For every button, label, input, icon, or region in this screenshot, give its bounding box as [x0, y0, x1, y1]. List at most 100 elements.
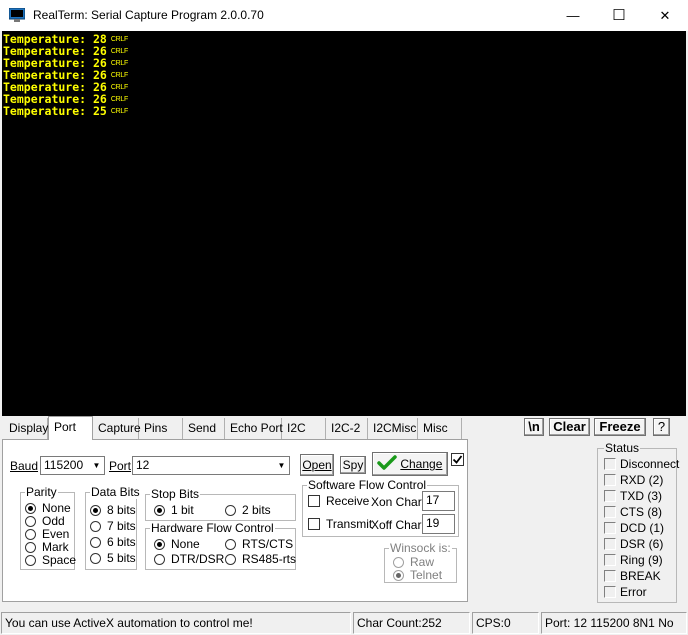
chevron-down-icon: ▼	[89, 457, 104, 474]
help-button[interactable]: ?	[653, 418, 670, 436]
radio-indicator	[225, 505, 236, 516]
radio-indicator	[25, 542, 36, 553]
radio-indicator	[25, 516, 36, 527]
sw-flow-title: Software Flow Control	[307, 478, 428, 492]
chevron-down-icon: ▼	[274, 457, 289, 474]
open-button[interactable]: Open	[300, 454, 334, 476]
status-led	[604, 538, 616, 550]
crlf-marker: CRLF	[110, 72, 128, 79]
parity-group: Parity None Odd Even Mark Space	[20, 485, 76, 570]
crlf-marker: CRLF	[110, 108, 128, 115]
radio-indicator	[393, 570, 404, 581]
parity-even-radio[interactable]: Even	[25, 527, 69, 541]
data-bits-5-radio[interactable]: 5 bits	[90, 551, 136, 565]
xoff-input[interactable]: 19	[422, 514, 455, 534]
radio-indicator	[25, 503, 36, 514]
sw-flow-transmit-checkbox[interactable]: Transmit	[308, 517, 372, 531]
radio-indicator	[90, 505, 101, 516]
maximize-button[interactable]: ☐	[596, 0, 642, 31]
hw-flow-title: Hardware Flow Control	[150, 521, 275, 535]
hw-flow-rtscts-radio[interactable]: RTS/CTS	[225, 537, 293, 551]
parity-mark-radio[interactable]: Mark	[25, 540, 69, 554]
status-error: Error	[604, 585, 647, 599]
radio-indicator	[90, 553, 101, 564]
status-disconnect: Disconnect	[604, 457, 679, 471]
port-select[interactable]: 12 ▼	[132, 456, 290, 475]
tab-pins[interactable]: Pins	[139, 418, 183, 439]
crlf-marker: CRLF	[110, 60, 128, 67]
stop-bits-group: Stop Bits 1 bit 2 bits	[145, 487, 296, 521]
tab-i2c[interactable]: I2C	[282, 418, 326, 439]
window-title: RealTerm: Serial Capture Program 2.0.0.7…	[33, 8, 264, 22]
status-group: Status Disconnect RXD (2) TXD (3) CTS (8…	[597, 441, 679, 603]
xon-label: Xon Char:	[371, 495, 426, 509]
stop-bits-title: Stop Bits	[150, 487, 201, 501]
radio-indicator	[225, 539, 236, 550]
status-led	[604, 570, 616, 582]
parity-space-radio[interactable]: Space	[25, 553, 76, 567]
radio-indicator	[154, 554, 165, 565]
parity-title: Parity	[25, 485, 58, 499]
parity-none-radio[interactable]: None	[25, 501, 71, 515]
tab-display[interactable]: Display	[4, 418, 48, 439]
tab-capture[interactable]: Capture	[93, 418, 141, 439]
spy-button[interactable]: Spy	[340, 456, 366, 474]
sw-flow-receive-checkbox[interactable]: Receive	[308, 494, 369, 508]
status-rxd: RXD (2)	[604, 473, 663, 487]
parity-odd-radio[interactable]: Odd	[25, 514, 65, 528]
status-dsr: DSR (6)	[604, 537, 663, 551]
data-bits-7-radio[interactable]: 7 bits	[90, 519, 136, 533]
check-icon	[452, 455, 463, 464]
char-count: Char Count:252	[353, 612, 470, 634]
app-icon	[9, 8, 25, 22]
crlf-marker: CRLF	[110, 84, 128, 91]
crlf-marker: CRLF	[110, 96, 128, 103]
clear-button[interactable]: Clear	[549, 418, 590, 436]
freeze-button[interactable]: Freeze	[594, 418, 646, 436]
data-bits-6-radio[interactable]: 6 bits	[90, 535, 136, 549]
radio-indicator	[225, 554, 236, 565]
checkmark-icon	[377, 455, 397, 470]
minimize-button[interactable]: —	[550, 0, 596, 31]
winsock-telnet-radio[interactable]: Telnet	[393, 568, 442, 582]
change-button[interactable]: Change	[372, 452, 448, 476]
terminal-display[interactable]: Temperature: 28 CRLF Temperature: 26 CRLF …	[2, 31, 686, 416]
status-led	[604, 506, 616, 518]
close-button[interactable]: ✕	[642, 0, 688, 31]
hw-flow-none-radio[interactable]: None	[154, 537, 200, 551]
data-bits-title: Data Bits	[90, 485, 141, 499]
radio-indicator	[154, 539, 165, 550]
tab-send[interactable]: Send	[183, 418, 225, 439]
xoff-label: Xoff Char:	[371, 518, 425, 532]
tab-i2c-2[interactable]: I2C-2	[326, 418, 368, 439]
xon-input[interactable]: 17	[422, 491, 455, 511]
data-bits-8-radio[interactable]: 8 bits	[90, 503, 136, 517]
newline-button[interactable]: \n	[524, 418, 544, 436]
status-led	[604, 474, 616, 486]
status-cts: CTS (8)	[604, 505, 662, 519]
stop-bits-1-radio[interactable]: 1 bit	[154, 503, 194, 517]
winsock-raw-radio[interactable]: Raw	[393, 555, 434, 569]
checkbox-indicator	[308, 518, 320, 530]
tab-misc[interactable]: Misc	[418, 418, 462, 439]
tab-i2cmisc[interactable]: I2CMisc	[368, 418, 418, 439]
tab-echo-port[interactable]: Echo Port	[225, 418, 283, 439]
baud-label: Baud	[10, 459, 39, 473]
change-checkbox[interactable]	[451, 453, 464, 466]
status-led	[604, 458, 616, 470]
cps-readout: CPS:0	[472, 612, 539, 634]
hw-flow-rs485-radio[interactable]: RS485-rts	[225, 552, 296, 566]
stop-bits-2-radio[interactable]: 2 bits	[225, 503, 271, 517]
status-led	[604, 586, 616, 598]
tab-port[interactable]: Port	[48, 416, 93, 440]
hw-flow-dtrdsr-radio[interactable]: DTR/DSR	[154, 552, 224, 566]
status-message: You can use ActiveX automation to contro…	[1, 612, 351, 634]
checkbox-indicator	[308, 495, 320, 507]
crlf-marker: CRLF	[110, 48, 128, 55]
port-label: Port	[109, 459, 132, 473]
radio-indicator	[90, 537, 101, 548]
crlf-marker: CRLF	[110, 36, 128, 43]
baud-select[interactable]: 115200 ▼	[40, 456, 105, 475]
radio-indicator	[154, 505, 165, 516]
terminal-line: Temperature: 25 CRLF	[3, 104, 128, 118]
